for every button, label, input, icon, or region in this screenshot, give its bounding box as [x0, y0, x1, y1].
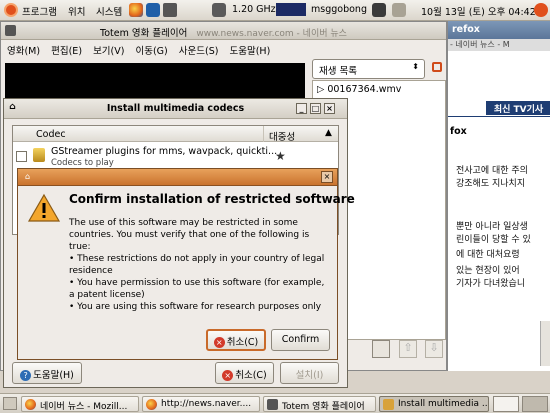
combo-arrow-icon: ⬍: [412, 62, 419, 71]
codecs-cancel-button[interactable]: × 취소(C): [215, 362, 274, 384]
minimize-icon[interactable]: _: [296, 103, 307, 114]
totem-window-icon[interactable]: [5, 25, 16, 36]
system-monitor-icon[interactable]: [276, 3, 306, 16]
task-totem[interactable]: Totem 영화 플레이어: [263, 396, 376, 412]
browser-scrollbar[interactable]: [540, 321, 550, 366]
task-naver-url[interactable]: http://news.naver....: [142, 396, 260, 412]
firefox-icon: [25, 399, 36, 410]
col-codec[interactable]: Codec: [36, 129, 66, 140]
trash-icon[interactable]: [522, 396, 548, 412]
tab-latest-tv[interactable]: 최신 TV기사: [486, 101, 550, 115]
col-popularity[interactable]: 대중성: [269, 129, 295, 143]
news-line: 전사고에 대한 주의: [456, 166, 528, 176]
menu-system[interactable]: 시스템: [96, 4, 122, 18]
package-icon: [33, 148, 45, 162]
confirm-bullet: • These restrictions do not apply in you…: [69, 254, 325, 276]
confirm-bullet: • You are using this software for resear…: [69, 302, 322, 312]
star-icon: ★: [275, 149, 286, 163]
network-icon[interactable]: [372, 3, 386, 17]
confirm-button[interactable]: Confirm: [271, 329, 330, 351]
menu-edit[interactable]: 편집(E): [51, 46, 82, 57]
dialog-menu-icon[interactable]: ⌂: [7, 103, 18, 114]
top-panel: 프로그램 위치 시스템 1.20 GHz msggobong 10월 13일 (…: [0, 0, 550, 21]
playlist-item[interactable]: ▷ 00167364.wmv: [317, 84, 401, 95]
close-icon[interactable]: ×: [324, 103, 335, 114]
totem-icon: [267, 399, 278, 410]
confirm-cancel-button[interactable]: × 취소(C): [206, 329, 266, 351]
menu-places[interactable]: 위치: [68, 4, 85, 18]
totem-title: Totem 영화 플레이어: [100, 28, 188, 39]
menu-applications[interactable]: 프로그램: [22, 4, 57, 18]
play-arrow-icon: ▷: [317, 84, 325, 95]
bottom-panel: 네이버 뉴스 - Mozill... http://news.naver....…: [0, 393, 550, 413]
playlist-combo[interactable]: 재생 목록 ⬍: [312, 59, 425, 79]
menu-sound[interactable]: 사운드(S): [179, 46, 219, 57]
news-line: 있는 현장이 있어: [456, 266, 520, 276]
menu-view[interactable]: 보기(V): [93, 46, 124, 57]
camera-icon[interactable]: [163, 3, 177, 17]
news-line: 기자가 다녀왔습니: [456, 279, 526, 289]
warning-icon: [27, 193, 61, 222]
help-icon: ?: [20, 370, 32, 381]
menu-go[interactable]: 이동(G): [136, 46, 168, 57]
firefox-icon: [146, 399, 157, 410]
task-naver-news[interactable]: 네이버 뉴스 - Mozill...: [21, 396, 139, 412]
cancel-icon: ×: [213, 337, 225, 348]
move-up-icon[interactable]: ⇧: [399, 340, 417, 358]
workspace-switcher[interactable]: [493, 396, 519, 412]
codec-table-header: Codec 대중성 ▲: [13, 126, 338, 143]
codecs-dialog-title: Install multimedia codecs: [106, 103, 245, 114]
totem-menubar: 영화(M) 편집(E) 보기(V) 이동(G) 사운드(S) 도움말(H): [1, 40, 446, 58]
user-name[interactable]: msggobong: [311, 4, 367, 15]
confirm-bullet: • You have permission to use this softwa…: [69, 278, 325, 300]
confirm-dialog: ⌂ × Confirm installation of restricted s…: [17, 168, 355, 360]
shutdown-icon[interactable]: [534, 3, 548, 17]
news-line: 에 대한 대처요령: [456, 250, 520, 260]
ubuntu-logo-icon[interactable]: [4, 3, 18, 17]
show-desktop-icon[interactable]: [3, 397, 17, 410]
news-line: 뿐만 아니라 일상생: [456, 222, 528, 232]
cancel-icon: ×: [222, 370, 234, 381]
speaker-icon[interactable]: [392, 3, 406, 17]
confirm-heading: Confirm installation of restricted softw…: [69, 192, 355, 206]
dialog-menu-icon[interactable]: ⌂: [22, 172, 33, 183]
codec-title: GStreamer plugins for mms, wavpack, quic…: [51, 146, 278, 157]
move-down-icon[interactable]: ⇩: [425, 340, 443, 358]
browser-title: refox: [452, 24, 480, 35]
email-icon[interactable]: [146, 3, 160, 17]
help-button[interactable]: ? 도움말(H): [12, 362, 82, 384]
cpu-frequency: 1.20 GHz: [232, 4, 276, 15]
sort-up-icon: ▲: [325, 128, 332, 138]
news-line: 린이들이 당할 수 있: [456, 235, 531, 245]
close-icon[interactable]: ×: [321, 171, 333, 183]
clock[interactable]: 10월 13일 (토) 오후 04:42: [421, 4, 536, 18]
install-button[interactable]: 설치(I): [280, 362, 339, 384]
package-icon: [383, 399, 394, 410]
firefox-icon[interactable]: [129, 3, 143, 17]
cpu-icon: [212, 3, 226, 17]
save-playlist-icon[interactable]: [372, 340, 390, 358]
menu-help[interactable]: 도움말(H): [230, 46, 271, 57]
close-sidebar-icon[interactable]: [432, 62, 442, 72]
codec-checkbox[interactable]: [16, 151, 27, 162]
codec-subtitle: Codecs to play: [51, 158, 114, 168]
confirm-body: The use of this software may be restrict…: [69, 218, 310, 252]
maximize-icon[interactable]: □: [310, 103, 321, 114]
browser-url: - 네이버 뉴스 - M: [448, 39, 550, 51]
news-line: 강조해도 지나치지: [456, 179, 526, 189]
browser-window: refox - 네이버 뉴스 - M 최신 TV기사 fox 전사고에 대한 주…: [447, 21, 550, 371]
task-install-codecs[interactable]: Install multimedia ...: [379, 396, 489, 412]
menu-movie[interactable]: 영화(M): [7, 46, 40, 57]
